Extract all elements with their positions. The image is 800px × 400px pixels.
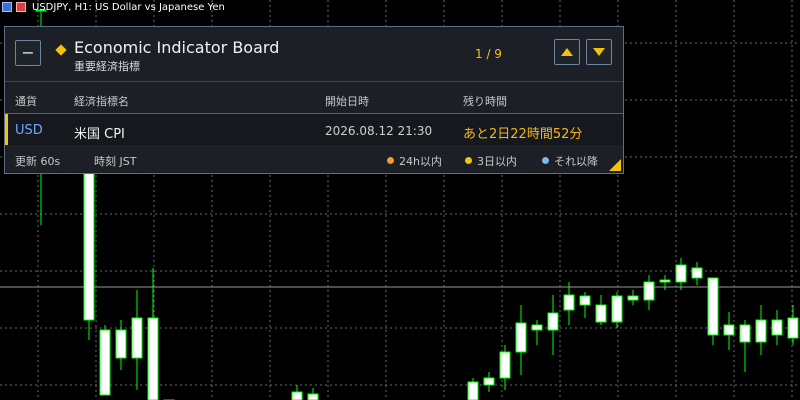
candle-body <box>675 264 687 283</box>
legend-dot-24h <box>387 157 394 164</box>
panel-title: Economic Indicator Board <box>74 38 280 57</box>
panel-footer: 更新 60s 時刻 JST 24h以内 3日以内 それ以降 <box>5 145 623 173</box>
update-interval: 更新 60s <box>15 155 61 168</box>
chart-title-bar: USDJPY, H1: US Dollar vs Japanese Yen <box>0 0 225 14</box>
panel-subtitle: 重要経済指標 <box>74 60 140 73</box>
column-header-remaining: 残り時間 <box>463 95 507 108</box>
candle-body <box>563 294 575 311</box>
page-down-button[interactable] <box>586 39 612 65</box>
row-indicator-name: 米国 CPI <box>74 127 125 142</box>
candle-body <box>755 319 767 343</box>
row-start-time: 2026.08.12 21:30 <box>325 124 433 138</box>
column-header-currency: 通貨 <box>15 95 37 108</box>
candle-body <box>531 324 543 331</box>
candle-body <box>771 319 783 336</box>
column-header-name: 経済指標名 <box>74 95 129 108</box>
candle-body <box>291 391 303 400</box>
legend-dot-later <box>542 157 549 164</box>
minimize-icon: − <box>21 43 35 62</box>
economic-indicator-panel: − Economic Indicator Board 重要経済指標 1 / 9 … <box>4 26 624 174</box>
legend-label-3d: 3日以内 <box>477 155 517 168</box>
candle-body <box>707 277 719 336</box>
row-accent-bar <box>5 114 8 145</box>
page-up-button[interactable] <box>554 39 580 65</box>
row-currency: USD <box>15 123 43 138</box>
candle-body <box>147 317 159 400</box>
candle-body <box>739 324 751 343</box>
candle-body <box>99 329 111 396</box>
candle-body <box>131 317 143 359</box>
legend-label-later: それ以降 <box>554 155 598 168</box>
legend-label-24h: 24h以内 <box>399 155 442 168</box>
candle-body <box>483 377 495 386</box>
table-row[interactable]: USD 米国 CPI 2026.08.12 21:30 あと2日22時間52分 <box>5 114 623 145</box>
timezone-label: 時刻 JST <box>94 155 137 168</box>
candle-body <box>579 295 591 306</box>
candle-body <box>467 381 479 400</box>
candle-body <box>723 324 735 336</box>
arrow-down-icon <box>593 48 605 56</box>
candle-body <box>611 295 623 323</box>
divider <box>5 81 623 82</box>
candle-body <box>499 351 511 379</box>
candle-body <box>547 312 559 331</box>
candle-body <box>515 322 527 353</box>
symbol-icon <box>2 2 12 12</box>
panel-header: − Economic Indicator Board 重要経済指標 1 / 9 <box>5 27 623 81</box>
candle-body <box>83 149 95 321</box>
chart-type-icon <box>16 2 26 12</box>
chart-title: USDJPY, H1: US Dollar vs Japanese Yen <box>32 1 225 13</box>
row-remaining-time: あと2日22時間52分 <box>463 127 583 142</box>
candle-body <box>659 279 671 283</box>
minimize-button[interactable]: − <box>15 40 41 66</box>
arrow-up-icon <box>561 48 573 56</box>
candle-body <box>691 267 703 279</box>
page-indicator: 1 / 9 <box>475 47 502 61</box>
candle-body <box>115 329 127 359</box>
resize-handle[interactable] <box>609 159 621 171</box>
candle-body <box>307 393 319 400</box>
candle-body <box>787 317 799 339</box>
candle-body <box>643 281 655 301</box>
diamond-icon <box>55 44 67 56</box>
legend-dot-3d <box>465 157 472 164</box>
column-header-start: 開始日時 <box>325 95 369 108</box>
candle-body <box>627 295 639 301</box>
candle-body <box>595 304 607 323</box>
